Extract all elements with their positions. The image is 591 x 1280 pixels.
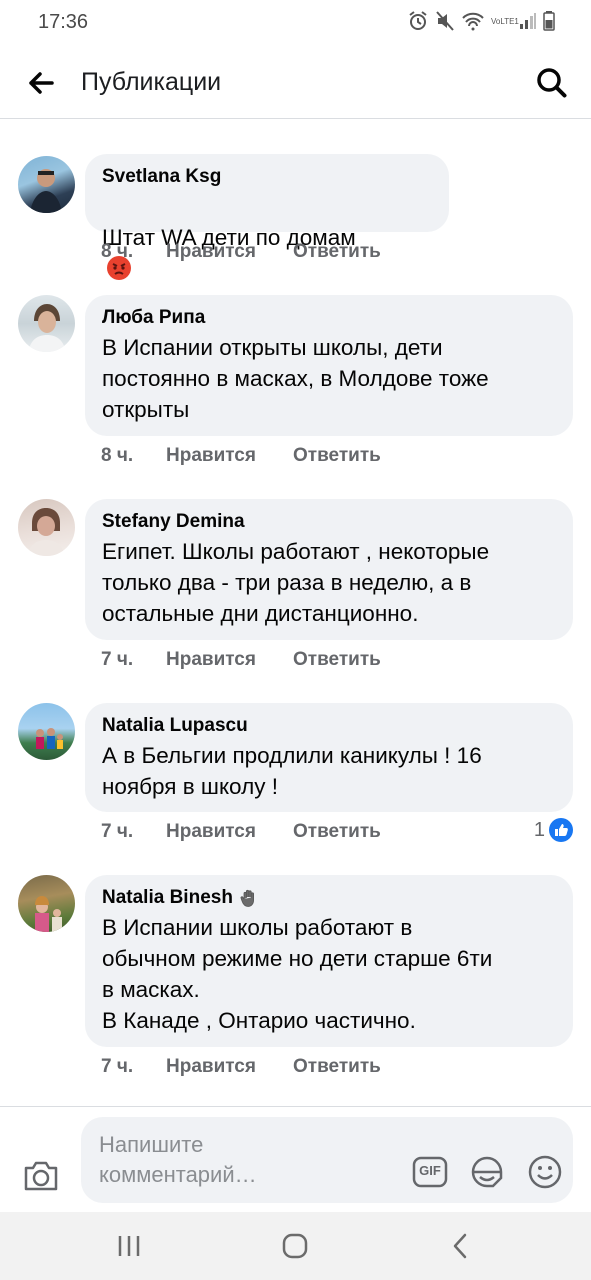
- reply-button[interactable]: Ответить: [293, 649, 381, 671]
- like-reaction-icon: [549, 818, 573, 842]
- waving-hand-icon: [240, 889, 254, 907]
- comment-bubble: Natalia Lupascu А в Бельгии продлили кан…: [85, 703, 573, 812]
- status-time: 17:36: [38, 11, 89, 33]
- comment-bubble: Stefany Demina Египет. Школы работают , …: [85, 499, 573, 640]
- reply-button[interactable]: Ответить: [293, 821, 381, 843]
- comment-composer: Напишите комментарий… GIF: [0, 1106, 591, 1213]
- reply-button[interactable]: Ответить: [293, 445, 381, 467]
- wifi-icon: [462, 12, 484, 31]
- comment-time[interactable]: 8 ч.: [101, 241, 166, 263]
- comment-text: А в Бельгии продлили каникулы ! 16 ноябр…: [102, 743, 482, 799]
- back-nav-icon[interactable]: [441, 1230, 481, 1262]
- status-icons: VoLTE1: [407, 10, 555, 32]
- alarm-icon: [409, 11, 427, 30]
- reply-button[interactable]: Ответить: [293, 1056, 381, 1078]
- like-button[interactable]: Нравится: [166, 445, 293, 467]
- comment-bubble: Svetlana Ksg Штат WA дети по домам: [85, 154, 449, 280]
- gif-button[interactable]: GIF: [412, 1155, 448, 1189]
- reaction-count: 1: [533, 818, 545, 841]
- mute-icon: [436, 11, 454, 31]
- comment-author[interactable]: Svetlana Ksg: [102, 164, 432, 189]
- comment-actions: 7 ч. Нравится Ответить: [101, 649, 381, 671]
- volte-icon: VoLTE1: [491, 16, 519, 26]
- avatar[interactable]: [18, 156, 75, 213]
- like-button[interactable]: Нравится: [166, 1056, 293, 1078]
- gif-label: GIF: [419, 1163, 441, 1178]
- system-nav-bar: [0, 1212, 591, 1280]
- avatar[interactable]: [18, 499, 75, 556]
- avatar[interactable]: [18, 703, 75, 760]
- like-button[interactable]: Нравится: [166, 821, 293, 843]
- comment-author[interactable]: Natalia Lupascu: [102, 713, 556, 738]
- back-arrow-icon[interactable]: [22, 64, 60, 102]
- home-icon[interactable]: [275, 1230, 315, 1262]
- comment-time[interactable]: 7 ч.: [101, 821, 166, 843]
- comment-time[interactable]: 8 ч.: [101, 445, 166, 467]
- comment-actions: 8 ч. Нравится Ответить: [101, 241, 381, 263]
- app-bar: Публикации: [0, 48, 591, 119]
- comment-text: В Испании школы работают в обычном режим…: [102, 915, 493, 1033]
- comment-bubble: Люба Рипа В Испании открыты школы, дети …: [85, 295, 573, 436]
- comment-time[interactable]: 7 ч.: [101, 1056, 166, 1078]
- search-icon[interactable]: [533, 64, 571, 102]
- comment-actions: 8 ч. Нравится Ответить: [101, 445, 381, 467]
- comment-bubble: Natalia Binesh В Испании школы работают …: [85, 875, 573, 1047]
- reply-button[interactable]: Ответить: [293, 241, 381, 263]
- emoji-icon[interactable]: [527, 1154, 563, 1190]
- comment-actions: 7 ч. Нравится Ответить: [101, 1056, 381, 1078]
- comment-author[interactable]: Stefany Demina: [102, 509, 556, 534]
- reaction-summary[interactable]: 1: [534, 818, 573, 842]
- comment-time[interactable]: 7 ч.: [101, 649, 166, 671]
- signal-icon: [520, 13, 536, 29]
- avatar[interactable]: [18, 295, 75, 352]
- camera-icon[interactable]: [22, 1159, 60, 1193]
- comment-text: Египет. Школы работают , некоторые тольк…: [102, 539, 490, 626]
- comment-input[interactable]: Напишите комментарий… GIF: [81, 1117, 573, 1203]
- comment-actions: 7 ч. Нравится Ответить: [101, 821, 381, 843]
- status-bar: 17:36 VoLTE1: [0, 0, 591, 48]
- comment-author[interactable]: Natalia Binesh: [102, 885, 233, 910]
- avatar[interactable]: [18, 875, 75, 932]
- like-button[interactable]: Нравится: [166, 649, 293, 671]
- comment-author[interactable]: Люба Рипа: [102, 305, 556, 330]
- comment-text: В Испании открыты школы, дети постоянно …: [102, 335, 489, 422]
- recent-apps-icon[interactable]: [109, 1230, 149, 1262]
- battery-icon: [543, 11, 555, 31]
- like-button[interactable]: Нравится: [166, 241, 293, 263]
- comments-list: Svetlana Ksg Штат WA дети по домам 8 ч. …: [0, 118, 591, 1106]
- sticker-icon[interactable]: [469, 1154, 505, 1190]
- page-title: Публикации: [81, 68, 222, 96]
- comment-input-placeholder: Напишите комментарий…: [99, 1132, 257, 1187]
